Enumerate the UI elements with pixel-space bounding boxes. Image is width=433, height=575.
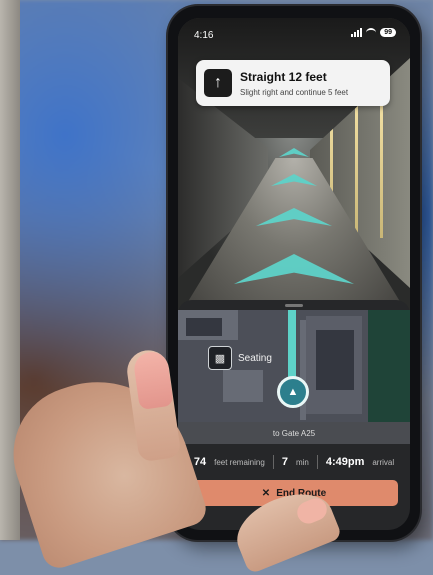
instruction-title: Straight 12 feet <box>240 70 327 84</box>
destination-label: to Gate A25 <box>178 422 410 444</box>
divider <box>272 455 274 469</box>
map-block <box>316 330 354 390</box>
ar-arrow-1 <box>279 148 309 157</box>
poi-seating[interactable]: ▩ Seating <box>208 346 272 370</box>
instruction-subtitle: Slight right and continue 5 feet <box>240 88 349 97</box>
close-icon: ✕ <box>261 487 271 499</box>
phone-screen: 4:16 99 ↑ Straight 12 feet Slight right … <box>178 18 410 530</box>
route-stats: 74 feet remaining 7 min 4:49pm arrival <box>178 448 410 476</box>
status-time: 4:16 <box>194 30 214 41</box>
signal-icon <box>351 28 363 37</box>
smartphone: 4:16 99 ↑ Straight 12 feet Slight right … <box>168 6 420 540</box>
feet-remaining-value: 74 <box>193 456 207 468</box>
feet-remaining-label: feet remaining <box>214 457 265 467</box>
seating-icon: ▩ <box>208 346 232 370</box>
wifi-icon <box>366 28 377 37</box>
minutes-label: min <box>295 457 309 467</box>
map-block <box>223 370 263 402</box>
sheet-handle[interactable] <box>285 304 303 307</box>
map-green-area <box>368 310 410 422</box>
status-icons: 99 <box>351 28 396 37</box>
arrow-up-icon: ↑ <box>204 69 232 97</box>
divider <box>316 455 318 469</box>
map-block <box>186 318 222 336</box>
navigation-arrow-icon: ▲ <box>277 376 309 408</box>
indoor-map[interactable]: ▲ ▩ Seating <box>178 310 410 422</box>
minutes-value: 7 <box>281 456 288 468</box>
arrival-label: arrival <box>372 457 395 467</box>
status-bar: 4:16 99 <box>178 18 410 48</box>
instruction-card: ↑ Straight 12 feet Slight right and cont… <box>196 60 390 106</box>
poi-label: Seating <box>238 352 272 364</box>
battery-icon: 99 <box>380 28 396 37</box>
arrival-value: 4:49pm <box>325 456 365 468</box>
